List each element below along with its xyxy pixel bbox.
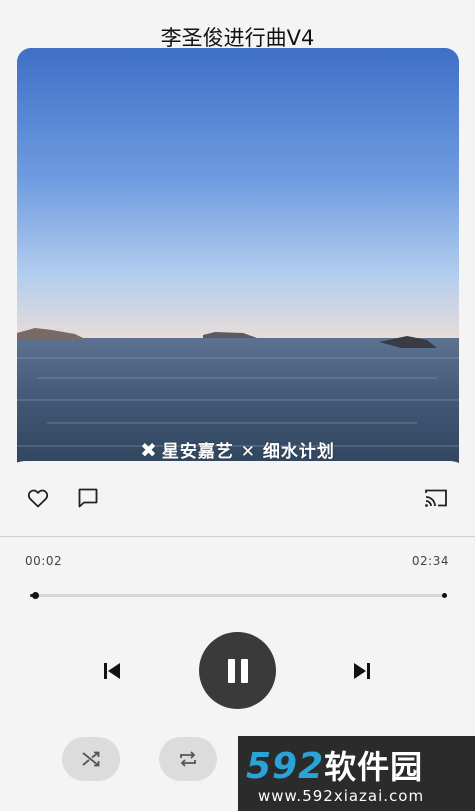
heart-outline-icon	[27, 489, 49, 508]
like-button[interactable]	[21, 481, 55, 515]
comment-icon	[78, 488, 98, 508]
album-cover	[17, 48, 459, 478]
shuffle-icon	[82, 751, 100, 767]
panel-divider	[0, 536, 475, 537]
watermark-right-text: 细水计划	[262, 442, 335, 462]
site-watermark-name: 软件园	[324, 748, 424, 786]
site-watermark-brand: 592软件园	[246, 742, 423, 788]
comment-button[interactable]	[71, 481, 105, 515]
site-watermark: 592软件园 www.592xiazai.com	[238, 736, 475, 811]
repeat-icon	[180, 751, 196, 767]
shuffle-button[interactable]	[62, 737, 120, 781]
watermark-left-text: 星安嘉艺	[161, 442, 234, 462]
total-time: 02:34	[411, 554, 449, 568]
skip-next-icon	[354, 663, 370, 679]
next-button[interactable]	[345, 654, 379, 688]
progress-end-marker	[442, 593, 447, 598]
progress-bar[interactable]	[30, 592, 447, 599]
repeat-button[interactable]	[159, 737, 217, 781]
watermark-cross: ✕	[240, 442, 256, 462]
progress-handle[interactable]	[32, 592, 40, 599]
pause-icon	[227, 658, 248, 683]
site-watermark-url: www.592xiazai.com	[258, 787, 425, 805]
cast-icon	[425, 489, 447, 507]
cast-button[interactable]	[419, 481, 453, 515]
watermark-logo-icon: ✖	[140, 438, 158, 462]
current-time: 00:02	[25, 554, 63, 568]
skip-previous-icon	[104, 663, 120, 679]
pause-button[interactable]	[199, 632, 276, 709]
previous-button[interactable]	[95, 654, 129, 688]
site-watermark-number: 592	[246, 746, 325, 787]
cover-watermark: ✖ 星安嘉艺 ✕ 细水计划	[0, 437, 475, 462]
